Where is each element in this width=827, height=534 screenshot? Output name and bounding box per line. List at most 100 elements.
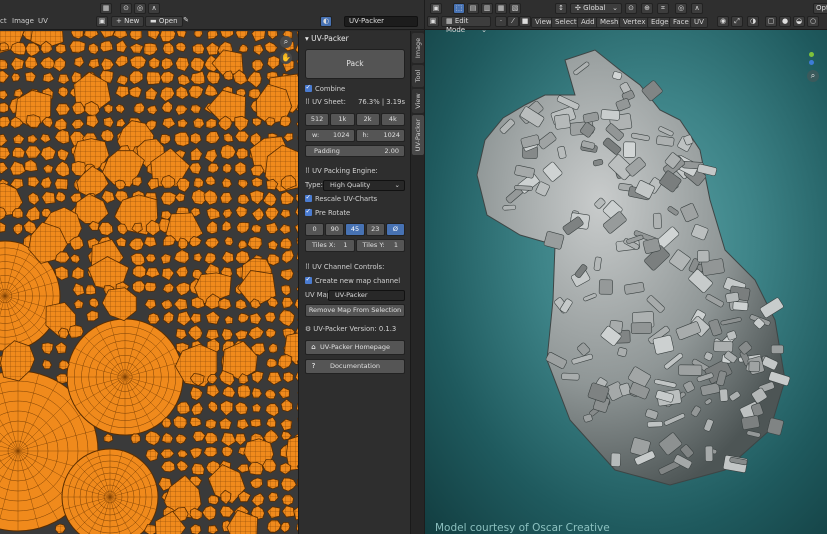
uv-island xyxy=(203,189,219,206)
remove-map-button[interactable]: Remove Map From Selection xyxy=(305,304,405,317)
display-channels-icon[interactable]: ◐ xyxy=(320,16,332,27)
snap-icon[interactable]: ⊙ xyxy=(120,3,132,14)
uv-island xyxy=(250,164,265,177)
uv-island xyxy=(253,43,264,56)
model-plate xyxy=(770,344,784,354)
uv-island xyxy=(0,221,7,233)
uv-island xyxy=(266,506,281,519)
menu-uv[interactable]: UV xyxy=(38,17,48,26)
uv-island xyxy=(114,54,129,68)
uv-island xyxy=(10,56,25,71)
uv-island xyxy=(193,252,203,263)
uv-island xyxy=(207,31,219,40)
uv-island xyxy=(264,388,277,400)
uv-island xyxy=(224,236,234,247)
uv-island xyxy=(206,207,221,221)
pan-hand-icon[interactable]: ✋ xyxy=(280,52,292,64)
uv-island xyxy=(265,222,279,234)
uv-island xyxy=(267,371,283,386)
uv-island xyxy=(190,146,203,161)
uv-island xyxy=(176,459,189,472)
rotation-0-button[interactable]: 0 xyxy=(305,223,325,236)
uv-island xyxy=(160,460,176,473)
uv-island xyxy=(114,179,127,191)
pack-button[interactable]: Pack xyxy=(305,49,405,79)
uv-island xyxy=(86,310,99,322)
menu-image[interactable]: Image xyxy=(12,17,34,26)
rotation-none-button[interactable]: Ø xyxy=(385,223,406,236)
image-name-field[interactable]: UV-Packer xyxy=(344,16,418,27)
uv-island xyxy=(98,221,114,236)
res-1k-button[interactable]: 1k xyxy=(330,113,355,126)
tab-image[interactable]: Image xyxy=(412,33,424,63)
uv-island xyxy=(175,31,187,39)
documentation-button[interactable]: ? Documentation xyxy=(305,359,405,374)
uv-island xyxy=(115,236,127,248)
uv-island xyxy=(189,235,203,248)
type-dropdown[interactable]: High Quality ⌄ xyxy=(323,180,405,191)
uv-island xyxy=(191,462,205,476)
uv-map-field[interactable]: UV-Packer xyxy=(328,290,405,301)
uv-island xyxy=(145,71,162,85)
uv-island xyxy=(222,162,233,174)
model-plate xyxy=(647,421,663,428)
uv-island xyxy=(207,494,220,505)
uv-editor: ▦ ⊙ ◎ ∧ ct Image UV ▣ + New ▬ Open ✎ ◐ U… xyxy=(0,0,424,534)
proportional-icon[interactable]: ◎ xyxy=(134,3,146,14)
editor-type-icon[interactable]: ▦ xyxy=(100,3,112,14)
uv-island xyxy=(279,462,292,475)
open-image-button[interactable]: ▬ Open xyxy=(145,16,183,27)
prerotate-checkbox[interactable]: Pre Rotate xyxy=(305,206,350,219)
image-browse-icon[interactable]: ▣ xyxy=(96,16,108,27)
tiles-x-field[interactable]: Tiles X: 1 xyxy=(305,239,355,252)
uv-island xyxy=(175,56,190,72)
uv-island xyxy=(159,133,172,145)
uv-island xyxy=(251,207,265,222)
uv-island xyxy=(190,57,205,73)
panel-title[interactable]: ▾ UV-Packer xyxy=(305,34,349,43)
3d-viewport[interactable]: ▣ ⬚ ▤ ▥ ▦ ▧ ↕ ✣ Global⌄ ⊙ ⊕ ⌗ ◎ ∧ Opti ▣… xyxy=(425,0,827,534)
res-512-button[interactable]: 512 xyxy=(305,113,330,126)
menu-select[interactable]: ct xyxy=(0,17,7,26)
tab-tool[interactable]: Tool xyxy=(412,65,424,87)
falloff-icon[interactable]: ∧ xyxy=(148,3,160,14)
model-plate xyxy=(732,301,749,311)
new-image-button[interactable]: + New xyxy=(111,16,145,27)
height-field[interactable]: h: 1024 xyxy=(355,129,405,142)
uv-island xyxy=(146,104,158,115)
uv-island xyxy=(247,236,263,250)
homepage-button[interactable]: ⌂ UV-Packer Homepage xyxy=(305,340,405,355)
rotation-23-button[interactable]: 23 xyxy=(365,223,385,236)
pin-icon[interactable]: ✎ xyxy=(180,16,192,27)
uv-island xyxy=(237,193,250,205)
rotation-45-button[interactable]: 45 xyxy=(345,223,365,236)
tab-view[interactable]: View xyxy=(412,89,424,113)
rescale-checkbox[interactable]: Rescale UV-Charts xyxy=(305,192,377,205)
uv-island xyxy=(279,208,291,219)
res-2k-button[interactable]: 2k xyxy=(355,113,380,126)
uv-island xyxy=(115,39,128,53)
uv-island xyxy=(249,312,263,325)
combine-checkbox[interactable]: Combine xyxy=(305,82,345,95)
uv-island xyxy=(175,265,189,278)
uv-island xyxy=(281,249,295,264)
sidebar-tabs: Image Tool View UV-Packer xyxy=(410,31,424,534)
zoom-icon[interactable]: ⌕ xyxy=(280,36,292,48)
rotation-90-button[interactable]: 90 xyxy=(325,223,345,236)
uv-island xyxy=(103,103,114,114)
uv-island xyxy=(115,85,130,99)
uv-island xyxy=(11,72,21,82)
padding-field[interactable]: Padding 2.00 xyxy=(305,145,405,157)
width-field[interactable]: w: 1024 xyxy=(305,129,355,142)
create-map-checkbox[interactable]: Create new map channel xyxy=(305,274,400,287)
uv-island xyxy=(280,268,294,281)
uv-island xyxy=(9,160,27,176)
uv-island xyxy=(205,329,220,341)
tiles-y-field[interactable]: Tiles Y: 1 xyxy=(355,239,405,252)
tab-uv-packer[interactable]: UV-Packer xyxy=(412,115,424,155)
uv-island xyxy=(237,312,250,324)
res-4k-button[interactable]: 4k xyxy=(380,113,405,126)
uv-island xyxy=(236,418,250,430)
uv-island xyxy=(265,327,277,339)
uv-island xyxy=(100,57,115,71)
